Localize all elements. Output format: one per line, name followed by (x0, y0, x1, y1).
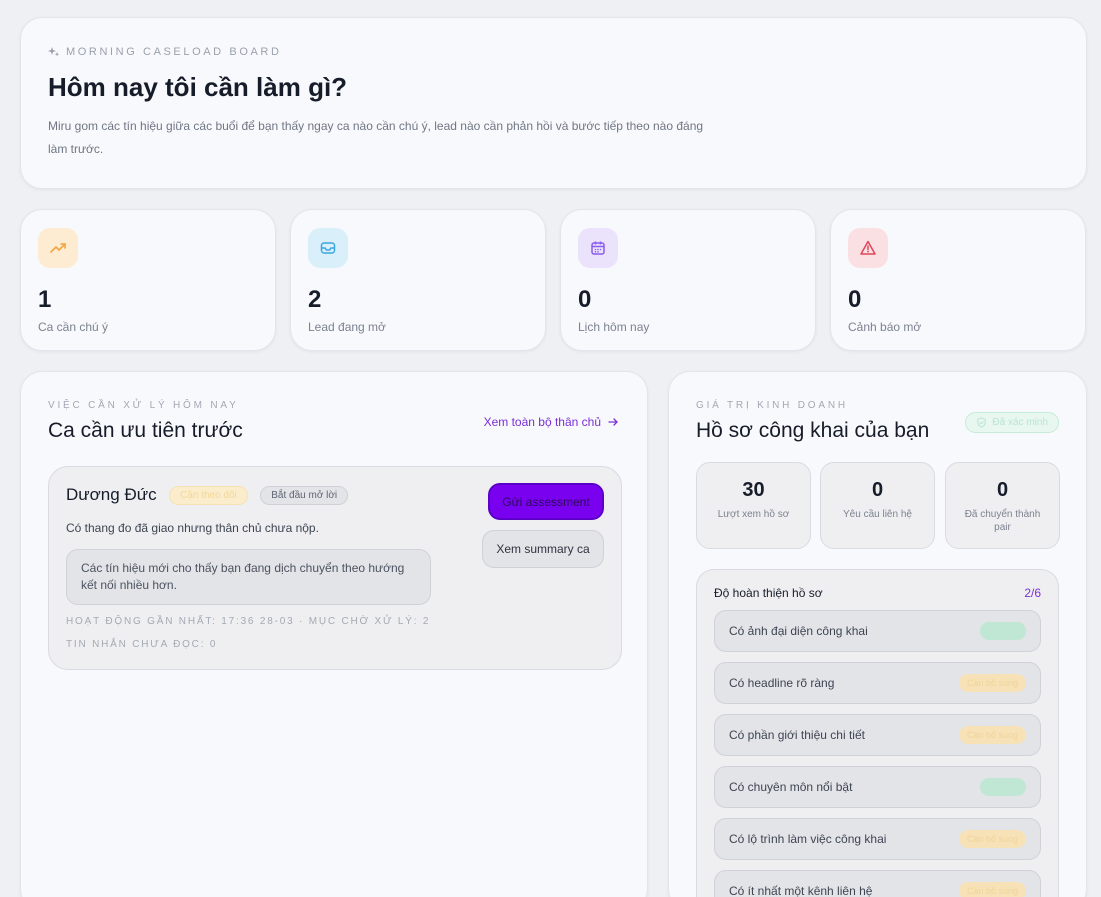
metric-label: Yêu cầu liên hệ (843, 509, 912, 520)
checklist-label: Có ít nhất một kênh liên hệ (729, 884, 873, 897)
page-title: Hôm nay tôi cần làm gì? (48, 72, 348, 102)
shield-check-icon (977, 417, 987, 428)
priority-case-card[interactable]: Dương Đức Cần theo dõi Bắt đầu mở lời Có… (48, 466, 622, 670)
stat-card-leads[interactable]: 2 Lead đang mở (290, 209, 546, 351)
checklist-item[interactable]: Có chuyên môn nổi bật Đã có (714, 766, 1041, 808)
checklist-label: Có ảnh đại diện công khai (729, 624, 868, 638)
stat-value: 0 (848, 286, 862, 313)
client-name: Dương Đức (66, 485, 157, 504)
inbox-icon (308, 228, 348, 268)
metric-contact-requests: 0 Yêu cầu liên hệ (820, 462, 935, 549)
checklist-item[interactable]: Có headline rõ ràng Cần bổ sung (714, 662, 1041, 704)
checklist-item[interactable]: Có lộ trình làm việc công khai Cần bổ su… (714, 818, 1041, 860)
metric-profile-views: 30 Lượt xem hồ sơ (696, 462, 811, 549)
today-panel: VIỆC CẦN XỬ LÝ HÔM NAY Ca cần ưu tiên tr… (20, 371, 648, 897)
metric-converted: 0 Đã chuyển thành pair (945, 462, 1060, 549)
section-eyebrow: GIÁ TRỊ KINH DOANH (696, 400, 848, 411)
stat-value: 1 (38, 286, 52, 313)
unread-meta: TIN NHẮN CHƯA ĐỌC: 0 (66, 639, 218, 650)
status-badge: Đã có (980, 778, 1026, 796)
hero-eyebrow: MORNING CASELOAD BOARD (48, 46, 1059, 58)
checklist-label: Có headline rõ ràng (729, 676, 835, 690)
checklist-label: Có phần giới thiệu chi tiết (729, 728, 865, 742)
metric-label: Đã chuyển thành pair (964, 509, 1041, 533)
checklist-item[interactable]: Có phần giới thiệu chi tiết Cần bổ sung (714, 714, 1041, 756)
stat-label: Lịch hôm nay (578, 320, 650, 334)
hero-card: MORNING CASELOAD BOARD Hôm nay tôi cần l… (20, 17, 1087, 189)
metric-value: 0 (871, 479, 884, 501)
status-badge: Bắt đầu mở lời (260, 485, 349, 505)
trend-up-icon (38, 228, 78, 268)
metric-label: Lượt xem hồ sơ (717, 509, 790, 520)
send-assessment-button[interactable]: Gửi assessment (488, 483, 604, 520)
hero-description: Miru gom các tín hiệu giữa các buổi để b… (48, 119, 704, 156)
stat-label: Ca cần chú ý (38, 320, 109, 334)
calendar-icon (578, 228, 618, 268)
status-badge: Cần bổ sung (958, 674, 1026, 692)
stat-value: 0 (578, 286, 592, 313)
signal-note: Các tín hiệu mới cho thấy bạn đang dịch … (66, 549, 431, 605)
priority-badge: Cần theo dõi (169, 485, 248, 505)
verified-label: Đã xác minh (992, 417, 1048, 428)
alert-icon (848, 228, 888, 268)
metric-value: 0 (996, 479, 1009, 501)
section-eyebrow: VIỆC CẦN XỬ LÝ HÔM NAY (48, 400, 239, 411)
checklist-item[interactable]: Có ít nhất một kênh liên hệ Cần bổ sung (714, 870, 1041, 897)
checklist-label: Có lộ trình làm việc công khai (729, 832, 887, 846)
stat-value: 2 (308, 286, 322, 313)
stat-card-schedule[interactable]: 0 Lịch hôm nay (560, 209, 816, 351)
hero-eyebrow-text: MORNING CASELOAD BOARD (66, 46, 282, 58)
profile-completeness: Độ hoàn thiện hồ sơ 2/6 Có ảnh đại diện … (696, 569, 1059, 897)
verified-badge: Đã xác minh (965, 412, 1059, 433)
status-badge: Đã có (980, 622, 1026, 640)
status-badge: Cần bổ sung (958, 726, 1026, 744)
completeness-title: Độ hoàn thiện hồ sơ (714, 586, 823, 600)
checklist-label: Có chuyên môn nổi bật (729, 780, 853, 794)
case-meta: HOẠT ĐỘNG GẦN NHẤT: 17:36 28-03 · MỤC CH… (66, 616, 431, 627)
business-panel: GIÁ TRỊ KINH DOANH Hồ sơ công khai của b… (668, 371, 1087, 897)
stat-card-attention[interactable]: 1 Ca cần chú ý (20, 209, 276, 351)
see-all-clients-link[interactable]: Xem toàn bộ thân chủ (484, 415, 619, 429)
see-all-label: Xem toàn bộ thân chủ (483, 415, 601, 429)
status-badge: Cần bổ sung (958, 830, 1026, 848)
view-summary-button[interactable]: Xem summary ca (482, 530, 604, 568)
checklist-item[interactable]: Có ảnh đại diện công khai Đã có (714, 610, 1041, 652)
stat-label: Lead đang mở (308, 320, 386, 334)
status-badge: Cần bổ sung (958, 882, 1026, 897)
completeness-count: 2/6 (1024, 586, 1041, 600)
stat-label: Cảnh báo mở (848, 320, 922, 334)
sparkle-icon (48, 47, 60, 57)
metric-value: 30 (742, 479, 765, 501)
stat-card-alerts[interactable]: 0 Cảnh báo mở (830, 209, 1086, 351)
arrow-right-icon (608, 418, 618, 426)
